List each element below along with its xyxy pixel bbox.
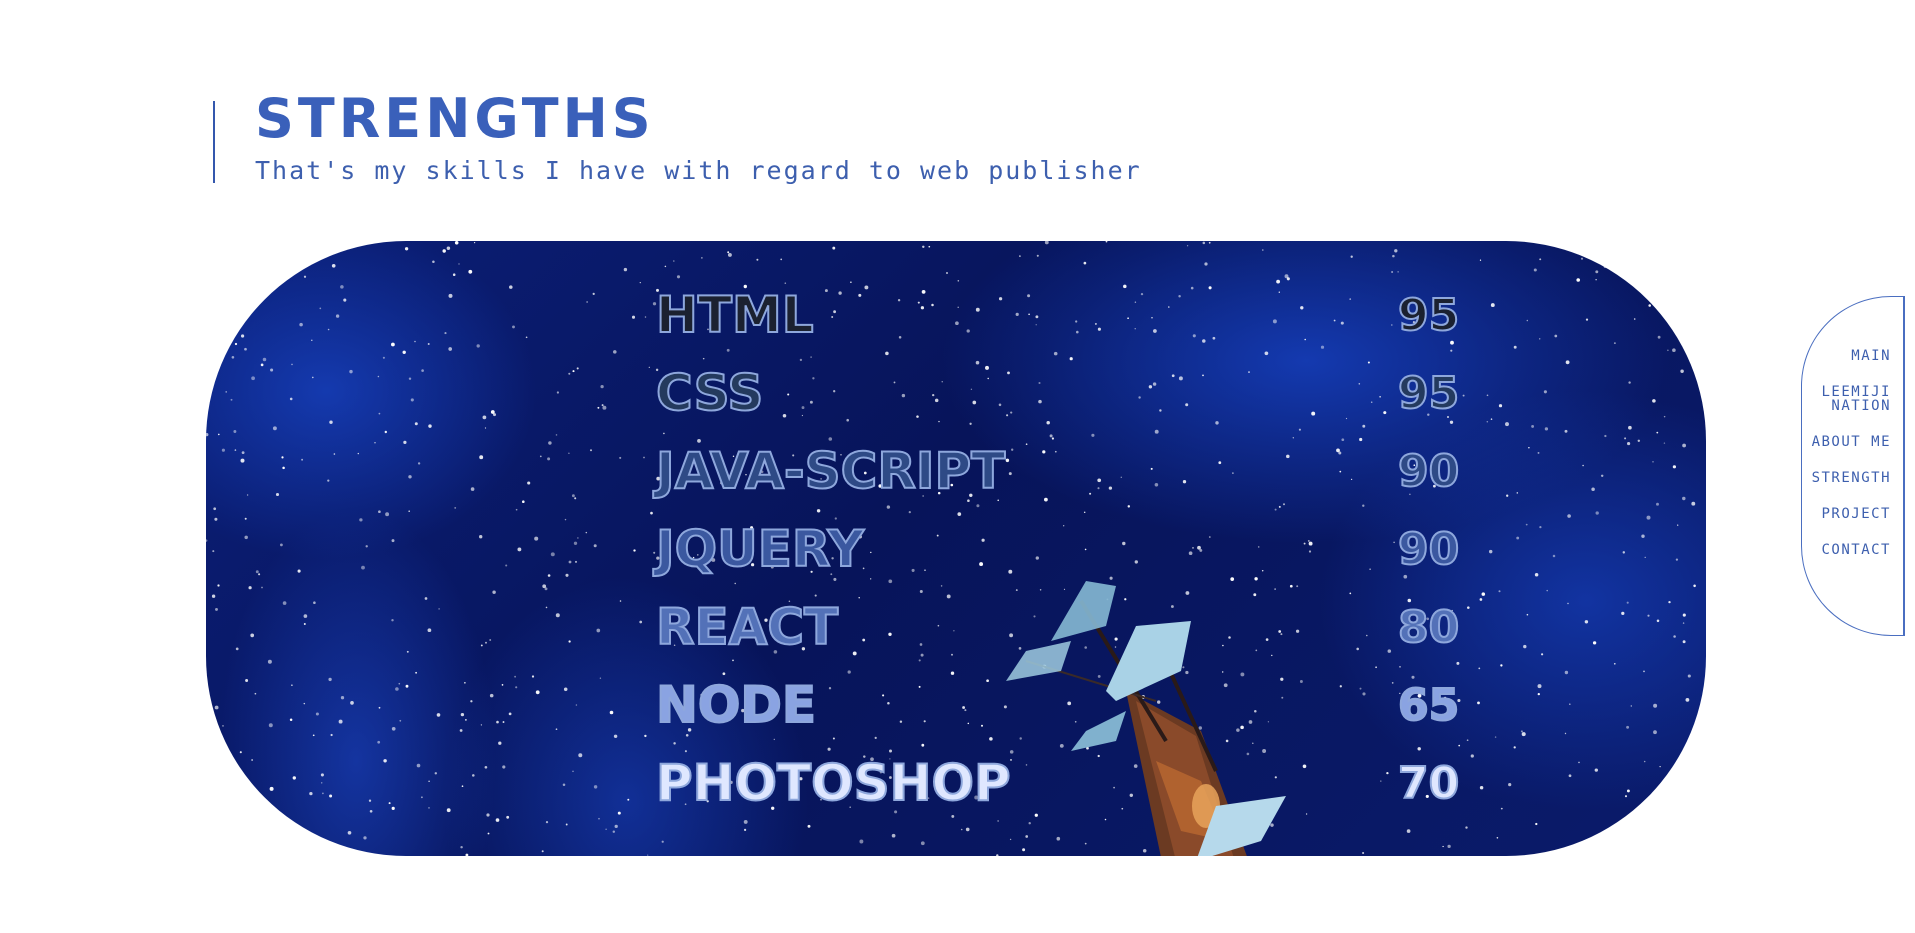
nav-item-contact[interactable]: CONTACT xyxy=(1805,543,1891,557)
skill-name: REACT xyxy=(655,598,839,656)
skill-row: PHOTOSHOP 70 xyxy=(655,754,1460,828)
skill-value: 70 xyxy=(1397,758,1460,809)
skill-value: 90 xyxy=(1397,524,1460,575)
page: STRENGTHS That's my skills I have with r… xyxy=(0,0,1915,933)
skill-value: 90 xyxy=(1397,446,1460,497)
section-title: STRENGTHS xyxy=(255,87,655,150)
skill-row: NODE 65 xyxy=(655,676,1460,750)
skill-row: JQUERY 90 xyxy=(655,520,1460,594)
skill-name: JAVA-SCRIPT xyxy=(655,442,1006,500)
skill-row: JAVA-SCRIPT 90 xyxy=(655,442,1460,516)
skill-value: 80 xyxy=(1397,602,1460,653)
skill-row: CSS 95 xyxy=(655,364,1460,438)
skill-name: HTML xyxy=(655,286,815,344)
skills-panel: HTML 95 CSS 95 JAVA-SCRIPT 90 JQUERY 90 REACT 80 N… xyxy=(206,241,1706,856)
side-navigation: MAIN LEEMIJI NATION ABOUT ME STRENGTH PROJECT… xyxy=(1801,296,1905,636)
nav-list: MAIN LEEMIJI NATION ABOUT ME STRENGTH PROJECT… xyxy=(1805,349,1891,579)
nav-item-strength[interactable]: STRENGTH xyxy=(1805,471,1891,485)
skill-name: PHOTOSHOP xyxy=(655,754,1012,812)
skill-name: NODE xyxy=(655,676,817,734)
nav-item-main[interactable]: MAIN xyxy=(1805,349,1891,363)
nav-item-label-line: LEEMIJI xyxy=(1821,384,1891,400)
skill-value: 95 xyxy=(1397,368,1460,419)
skill-row: REACT 80 xyxy=(655,598,1460,672)
nav-item-leemiji-nation[interactable]: LEEMIJI NATION xyxy=(1805,385,1891,413)
header-accent-bar xyxy=(213,101,215,183)
skill-name: CSS xyxy=(655,364,764,422)
section-subtitle: That's my skills I have with regard to w… xyxy=(255,156,1142,185)
nav-item-about-me[interactable]: ABOUT ME xyxy=(1805,435,1891,449)
skill-name: JQUERY xyxy=(655,520,865,578)
skill-value: 65 xyxy=(1397,680,1460,731)
skill-row: HTML 95 xyxy=(655,286,1460,360)
nav-item-label-line: NATION xyxy=(1831,398,1891,414)
nav-item-project[interactable]: PROJECT xyxy=(1805,507,1891,521)
skill-value: 95 xyxy=(1397,290,1460,341)
